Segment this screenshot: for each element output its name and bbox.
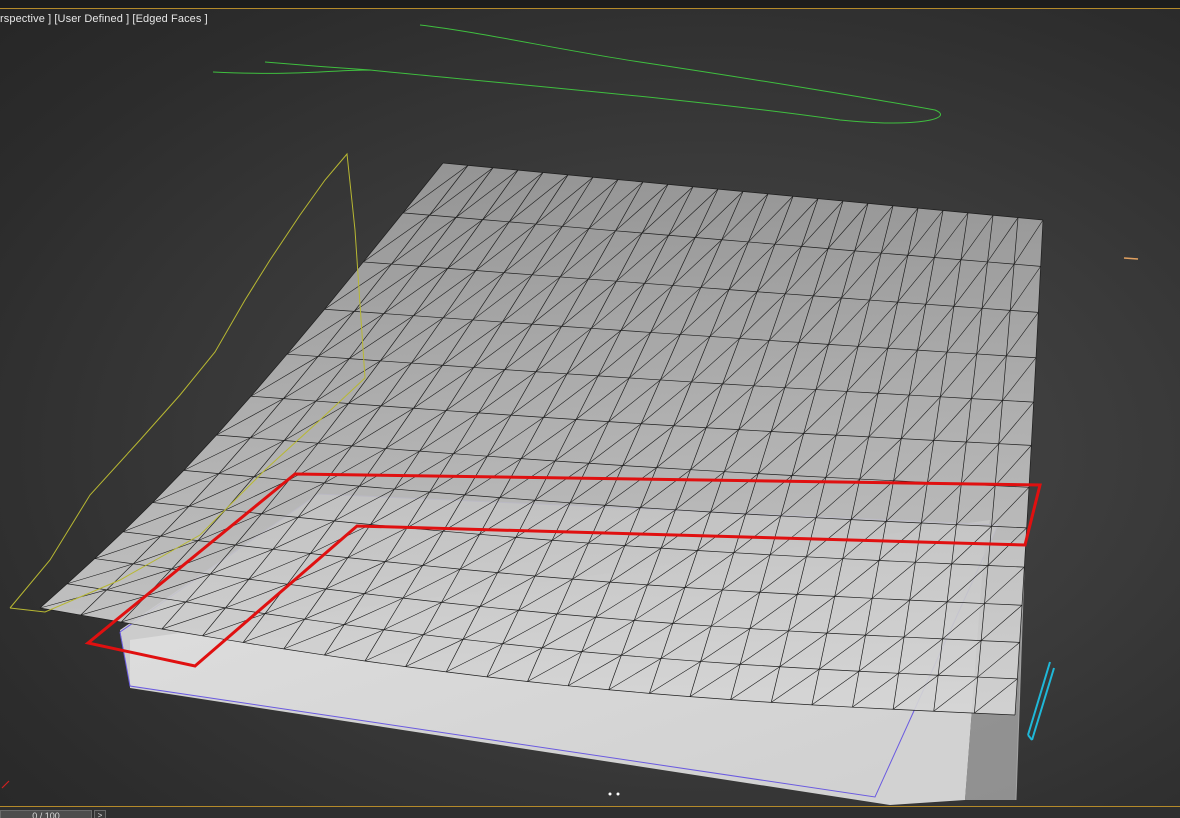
time-slider[interactable]: 0 / 100: [0, 810, 92, 818]
pivot-dot: [616, 792, 620, 796]
perspective-viewport[interactable]: rspective ] [User Defined ] [Edged Faces…: [0, 0, 1180, 818]
next-frame-button[interactable]: >: [94, 810, 106, 818]
world-axis-icon: [1, 780, 10, 789]
orange-helper-mark[interactable]: [1123, 257, 1139, 260]
timeline-bar: 0 / 100 >: [0, 806, 1180, 818]
mesh-surface-fill[interactable]: [40, 163, 1043, 715]
scene-render[interactable]: [0, 0, 1180, 818]
green-spline[interactable]: [212, 24, 941, 124]
surface-mesh[interactable]: [39, 162, 1044, 716]
cyan-helper-icon[interactable]: [1027, 661, 1055, 741]
pivot-dot: [608, 792, 612, 796]
